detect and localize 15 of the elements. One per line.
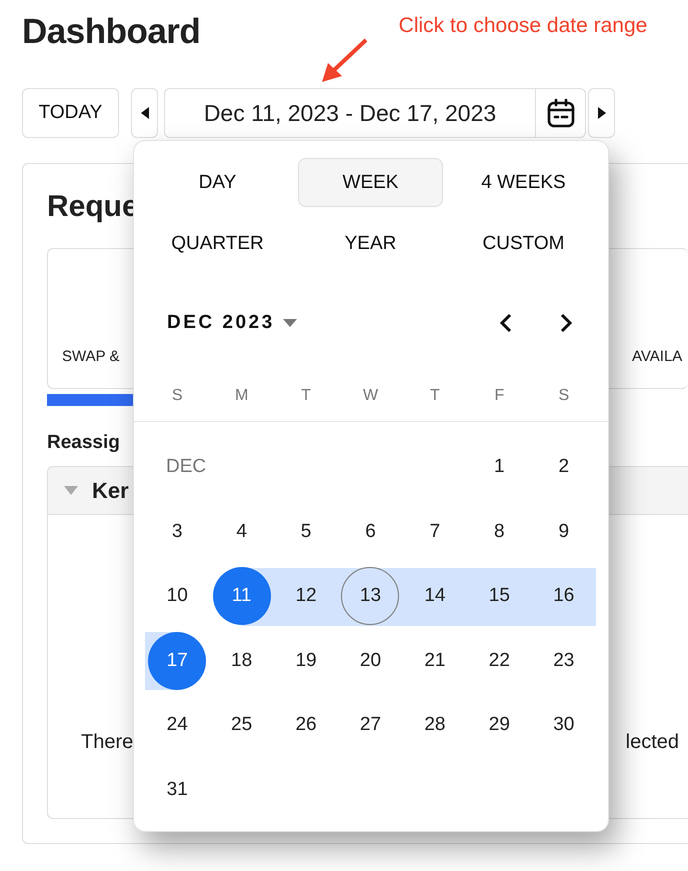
page-title: Dashboard	[22, 12, 200, 52]
weekday-label: S	[170, 386, 184, 406]
weekday-label: M	[234, 386, 250, 406]
month-label: DEC	[165, 456, 208, 478]
empty-message: There	[81, 731, 134, 754]
empty-message: lected	[626, 731, 679, 754]
weekday-label: F	[493, 386, 506, 406]
date-range-text: Dec 11, 2023 - Dec 17, 2023	[202, 98, 498, 128]
weekday-label: T	[300, 386, 312, 406]
weekday-label: T	[429, 386, 441, 406]
annotation-note: Click to choose date range	[398, 13, 648, 39]
weekday-label: S	[557, 386, 570, 406]
weekday-label: W	[362, 386, 380, 406]
section-label: Reassig	[47, 432, 121, 454]
panel-title: Ker	[92, 478, 129, 504]
